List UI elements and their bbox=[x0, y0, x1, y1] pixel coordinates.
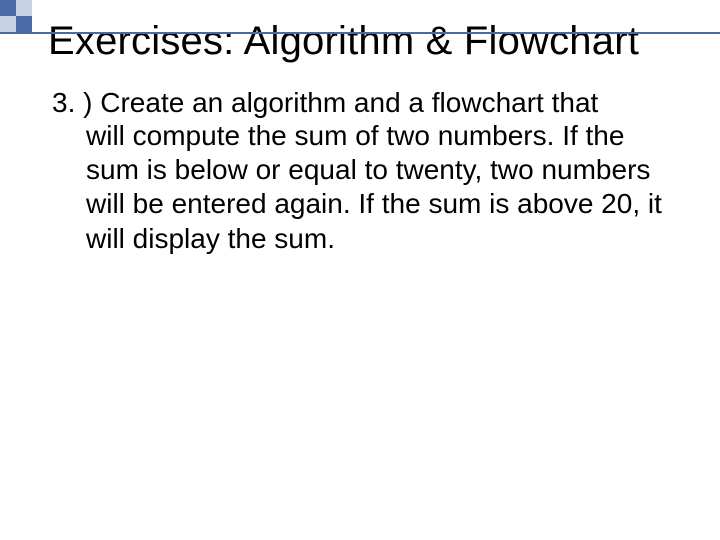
corner-square bbox=[16, 0, 32, 16]
corner-square bbox=[16, 16, 32, 32]
header-rule bbox=[0, 32, 720, 34]
item-text-first-line: Create an algorithm and a flowchart that bbox=[100, 87, 598, 118]
corner-ornament bbox=[0, 0, 32, 32]
item-number: 3. ) bbox=[52, 87, 92, 118]
slide-content: Exercises: Algorithm & Flowchart 3. ) Cr… bbox=[0, 0, 720, 256]
corner-square bbox=[0, 16, 16, 32]
item-text-rest: will compute the sum of two numbers. If … bbox=[52, 119, 680, 256]
corner-square bbox=[0, 0, 16, 16]
exercise-item: 3. ) Create an algorithm and a flowchart… bbox=[48, 86, 680, 256]
slide-title: Exercises: Algorithm & Flowchart bbox=[48, 18, 680, 64]
